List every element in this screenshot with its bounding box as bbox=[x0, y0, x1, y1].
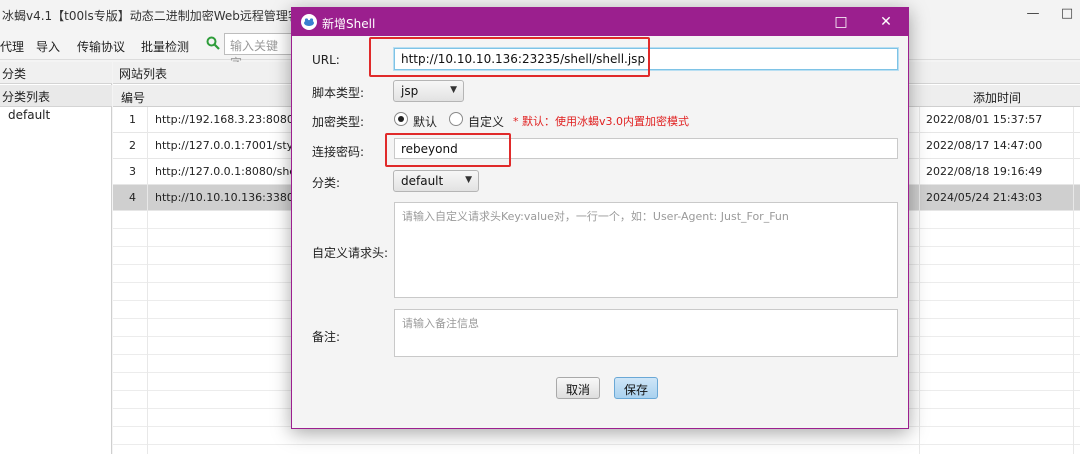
save-button[interactable]: 保存 bbox=[614, 377, 659, 399]
row-url: http://127.0.0.1:8080/shell bbox=[155, 165, 303, 178]
column-divider bbox=[919, 107, 920, 454]
category-select[interactable]: default ▼ bbox=[393, 170, 479, 192]
search-icon[interactable] bbox=[206, 36, 220, 50]
encrypt-default-radio[interactable] bbox=[394, 112, 408, 126]
category-header: 分类 bbox=[0, 62, 112, 84]
row-time: 2022/08/01 15:37:57 bbox=[926, 113, 1043, 126]
encrypt-hint: * 默认：使用冰蝎v3.0内置加密模式 bbox=[513, 115, 689, 128]
script-type-label: 脚本类型: bbox=[312, 86, 365, 100]
dialog-maximize-button[interactable]: □ bbox=[827, 12, 855, 32]
category-item-default[interactable]: default bbox=[8, 108, 50, 122]
note-label: 备注: bbox=[312, 330, 341, 344]
category-label: 分类: bbox=[312, 176, 341, 190]
password-label: 连接密码: bbox=[312, 145, 365, 159]
dialog-title-bar[interactable]: 新增Shell □ ✕ bbox=[292, 8, 908, 36]
cancel-button[interactable]: 取消 bbox=[556, 377, 601, 399]
minimize-button[interactable]: — bbox=[1018, 4, 1048, 24]
scorpion-logo-icon bbox=[301, 14, 317, 30]
category-list-header: 分类列表 bbox=[0, 85, 112, 107]
menu-batch-check[interactable]: 批量检测 bbox=[141, 38, 189, 55]
window-title: 冰蝎v4.1【t00ls专版】动态二进制加密Web远程管理客户端 bbox=[2, 9, 324, 23]
empty-row bbox=[113, 427, 1080, 445]
row-time: 2022/08/17 14:47:00 bbox=[926, 139, 1043, 152]
row-url: http://192.168.3.23:8080/a bbox=[155, 113, 305, 126]
url-label: URL: bbox=[312, 53, 340, 67]
script-type-value: jsp bbox=[401, 84, 419, 98]
dialog-close-button[interactable]: ✕ bbox=[872, 12, 900, 32]
row-id: 3 bbox=[129, 165, 136, 178]
encrypt-custom-label[interactable]: 自定义 bbox=[468, 113, 504, 130]
note-input[interactable]: 请输入备注信息 bbox=[394, 309, 898, 357]
encrypt-type-label: 加密类型: bbox=[312, 115, 365, 129]
menu-transport-protocol[interactable]: 传输协议 bbox=[77, 38, 125, 55]
script-type-select[interactable]: jsp ▼ bbox=[393, 80, 464, 102]
row-url: http://10.10.10.136:33802/ bbox=[155, 191, 305, 204]
row-id: 4 bbox=[129, 191, 136, 204]
column-divider bbox=[147, 107, 148, 454]
column-divider bbox=[1073, 107, 1074, 454]
row-id: 2 bbox=[129, 139, 136, 152]
chevron-down-icon: ▼ bbox=[450, 85, 457, 95]
row-url: http://127.0.0.1:7001/style bbox=[155, 139, 303, 152]
search-input[interactable]: 输入关键字 bbox=[224, 33, 294, 70]
menu-import[interactable]: 导入 bbox=[36, 38, 60, 55]
encrypt-default-label[interactable]: 默认 bbox=[413, 113, 437, 130]
menu-proxy[interactable]: 代理 bbox=[0, 38, 24, 55]
custom-headers-input[interactable]: 请输入自定义请求头Key:value对，一行一个，如：User-Agent: J… bbox=[394, 202, 898, 298]
dialog-title: 新增Shell bbox=[322, 17, 376, 31]
password-highlight-box bbox=[385, 133, 511, 167]
maximize-button[interactable]: □ bbox=[1052, 4, 1080, 24]
row-time: 2024/05/24 21:43:03 bbox=[926, 191, 1043, 204]
column-add-time[interactable]: 添加时间 bbox=[973, 89, 1021, 106]
category-value: default bbox=[401, 174, 444, 188]
encrypt-custom-radio[interactable] bbox=[449, 112, 463, 126]
app-window: 冰蝎v4.1【t00ls专版】动态二进制加密Web远程管理客户端 — □ 代理 … bbox=[0, 0, 1080, 454]
chevron-down-icon: ▼ bbox=[465, 175, 472, 185]
new-shell-dialog: 新增Shell □ ✕ URL: http://10.10.10.136:232… bbox=[291, 7, 909, 429]
custom-headers-label: 自定义请求头: bbox=[312, 246, 389, 260]
url-highlight-box bbox=[369, 37, 650, 77]
column-id[interactable]: 编号 bbox=[121, 89, 145, 106]
row-time: 2022/08/18 19:16:49 bbox=[926, 165, 1043, 178]
row-id: 1 bbox=[129, 113, 136, 126]
category-panel: 分类 分类列表 default bbox=[0, 62, 112, 454]
